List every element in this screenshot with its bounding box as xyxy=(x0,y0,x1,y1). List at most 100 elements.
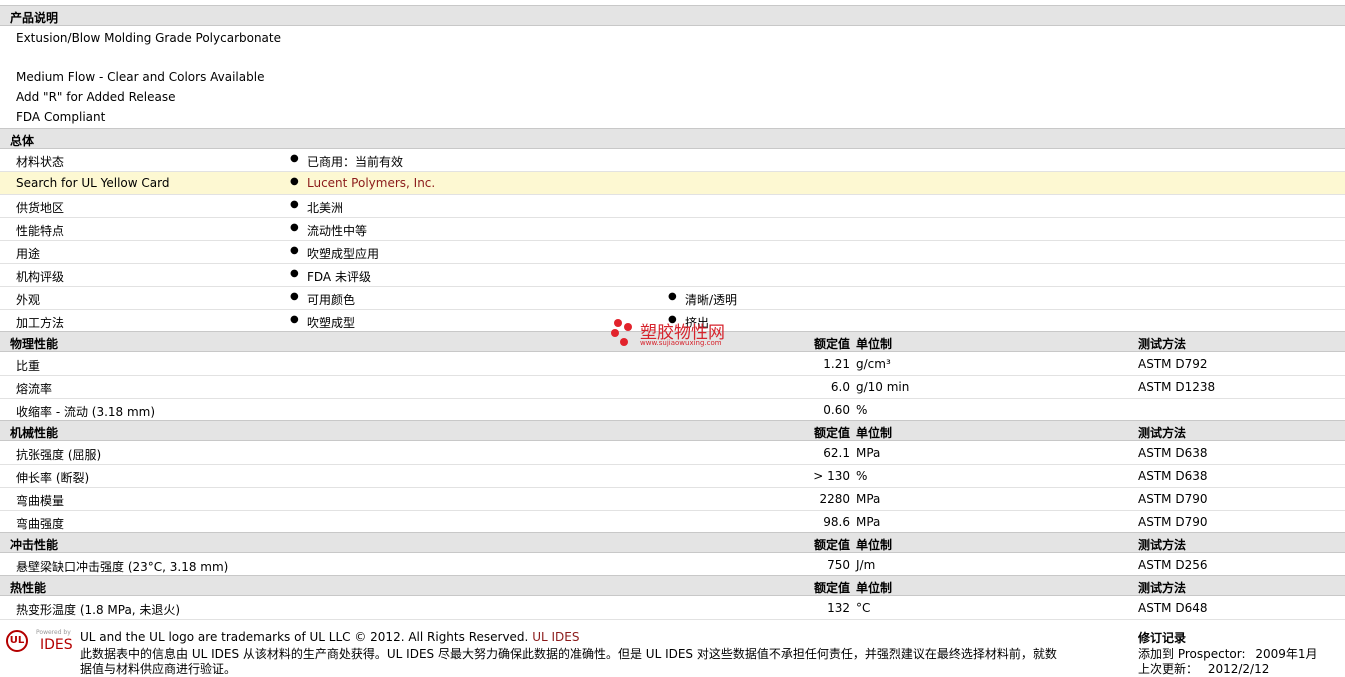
col-header-method: 测试方法 xyxy=(1138,337,1187,351)
row-value: > 130 xyxy=(813,469,850,483)
row-label: 外观 xyxy=(16,293,41,307)
col-header-method: 测试方法 xyxy=(1138,581,1187,595)
col-header-method: 测试方法 xyxy=(1138,538,1187,552)
added-label: 添加到 Prospector: xyxy=(1138,647,1246,661)
row-value: 吹塑成型应用 xyxy=(307,247,380,261)
trademark-text: UL and the UL logo are trademarks of UL … xyxy=(80,630,529,644)
description-line: FDA Compliant xyxy=(16,110,106,124)
row-label: 悬壁梁缺口冲击强度 (23°C, 3.18 mm) xyxy=(16,560,229,574)
bullet-icon: ● xyxy=(290,199,299,210)
row-method: ASTM D638 xyxy=(1138,469,1208,483)
col-header-unit: 单位制 xyxy=(856,581,893,595)
bullet-icon: ● xyxy=(290,153,299,164)
row-label: 伸长率 (断裂) xyxy=(16,471,90,485)
col-header-value: 额定值 xyxy=(813,337,850,351)
row-value: 98.6 xyxy=(823,515,850,529)
row-value: FDA 未评级 xyxy=(307,270,371,284)
property-row: 弯曲强度 98.6 MPa ASTM D790 xyxy=(0,511,1345,534)
col-header-value: 额定值 xyxy=(813,426,850,440)
row-unit: g/10 min xyxy=(856,380,910,394)
row-label: 弯曲强度 xyxy=(16,517,65,531)
row-label: 材料状态 xyxy=(16,155,65,169)
general-row-uses: 用途 ● 吹塑成型应用 xyxy=(0,241,1345,264)
section-title: 冲击性能 xyxy=(10,538,59,552)
row-value: 62.1 xyxy=(823,446,850,460)
property-row: 抗张强度 (屈服) 62.1 MPa ASTM D638 xyxy=(0,442,1345,465)
ul-yellow-card-link[interactable]: Search for UL Yellow Card xyxy=(16,176,169,190)
trademark-notice: UL and the UL logo are trademarks of UL … xyxy=(80,630,579,644)
row-label: 比重 xyxy=(16,359,41,373)
ul-ides-link[interactable]: UL IDES xyxy=(532,630,579,644)
col-header-unit: 单位制 xyxy=(856,337,893,351)
section-title: 物理性能 xyxy=(10,337,59,351)
section-header-description: 产品说明 xyxy=(0,5,1345,26)
section-title: 总体 xyxy=(10,134,35,148)
row-unit: °C xyxy=(856,601,871,615)
property-row: 热变形温度 (1.8 MPa, 未退火) 132 °C ASTM D648 xyxy=(0,597,1345,620)
ides-logo: IDES xyxy=(40,637,73,653)
section-header-mechanical: 机械性能 额定值 单位制 测试方法 xyxy=(0,420,1345,441)
row-method: ASTM D648 xyxy=(1138,601,1208,615)
bullet-icon: ● xyxy=(290,245,299,256)
row-value: 吹塑成型 xyxy=(307,316,356,330)
general-row-agency: 机构评级 ● FDA 未评级 xyxy=(0,264,1345,287)
col-header-unit: 单位制 xyxy=(856,538,893,552)
bullet-icon: ● xyxy=(290,268,299,279)
disclaimer-line-2: 据值与材料供应商进行验证。 xyxy=(80,662,237,676)
row-label: 加工方法 xyxy=(16,316,65,330)
bullet-icon: ● xyxy=(290,291,299,302)
watermark-logo: 塑胶物性网 www.sujiaowuxing.com xyxy=(610,318,740,352)
property-row: 收缩率 - 流动 (3.18 mm) 0.60 % xyxy=(0,399,1345,422)
row-value: 流动性中等 xyxy=(307,224,368,238)
general-row-appearance: 外观 ● 可用颜色 ● 清晰/透明 xyxy=(0,287,1345,310)
row-value: 1.21 xyxy=(823,357,850,371)
row-value: 北美洲 xyxy=(307,201,344,215)
row-label: 热变形温度 (1.8 MPa, 未退火) xyxy=(16,603,181,617)
bullet-icon: ● xyxy=(290,222,299,233)
property-row: 弯曲模量 2280 MPa ASTM D790 xyxy=(0,488,1345,511)
col-header-method: 测试方法 xyxy=(1138,426,1187,440)
bullet-icon: ● xyxy=(290,314,299,325)
row-method: ASTM D790 xyxy=(1138,492,1208,506)
description-line: Medium Flow - Clear and Colors Available xyxy=(16,70,265,84)
general-row-features: 性能特点 ● 流动性中等 xyxy=(0,218,1345,241)
section-title: 热性能 xyxy=(10,581,47,595)
col-header-value: 额定值 xyxy=(813,581,850,595)
row-label: 用途 xyxy=(16,247,41,261)
row-label: 弯曲模量 xyxy=(16,494,65,508)
property-row: 伸长率 (断裂) > 130 % ASTM D638 xyxy=(0,465,1345,488)
supplier-link[interactable]: Lucent Polymers, Inc. xyxy=(307,176,435,190)
row-method: ASTM D256 xyxy=(1138,558,1208,572)
row-value-2: 清晰/透明 xyxy=(685,293,738,307)
watermark-dots-icon xyxy=(611,319,632,346)
revision-title: 修订记录 xyxy=(1138,631,1187,645)
row-method: ASTM D638 xyxy=(1138,446,1208,460)
added-date: 2009年1月 xyxy=(1255,647,1318,661)
property-row: 悬壁梁缺口冲击强度 (23°C, 3.18 mm) 750 J/m ASTM D… xyxy=(0,554,1345,577)
updated-date-line: 上次更新： 2012/2/12 xyxy=(1138,660,1269,677)
row-unit: MPa xyxy=(856,515,881,529)
row-method: ASTM D792 xyxy=(1138,357,1208,371)
row-value: 2280 xyxy=(819,492,850,506)
general-row-region: 供货地区 ● 北美洲 xyxy=(0,195,1345,218)
col-header-value: 额定值 xyxy=(813,538,850,552)
row-label: 供货地区 xyxy=(16,201,65,215)
row-value: 0.60 xyxy=(823,403,850,417)
row-unit: % xyxy=(856,469,868,483)
row-label: 性能特点 xyxy=(16,224,65,238)
row-label: 熔流率 xyxy=(16,382,53,396)
updated-label: 上次更新： xyxy=(1138,662,1199,676)
section-header-impact: 冲击性能 额定值 单位制 测试方法 xyxy=(0,532,1345,553)
section-title: 产品说明 xyxy=(10,11,59,25)
section-title: 机械性能 xyxy=(10,426,59,440)
col-header-unit: 单位制 xyxy=(856,426,893,440)
row-method: ASTM D790 xyxy=(1138,515,1208,529)
ul-logo-icon: UL xyxy=(6,630,28,652)
bullet-icon: ● xyxy=(290,176,299,187)
description-line: Add "R" for Added Release xyxy=(16,90,176,104)
general-row-yellow-card[interactable]: Search for UL Yellow Card ● Lucent Polym… xyxy=(0,172,1345,195)
row-method: ASTM D1238 xyxy=(1138,380,1216,394)
general-row-status: 材料状态 ● 已商用：当前有效 xyxy=(0,149,1345,172)
row-value: 6.0 xyxy=(830,380,850,394)
row-label: 抗张强度 (屈服) xyxy=(16,448,102,462)
